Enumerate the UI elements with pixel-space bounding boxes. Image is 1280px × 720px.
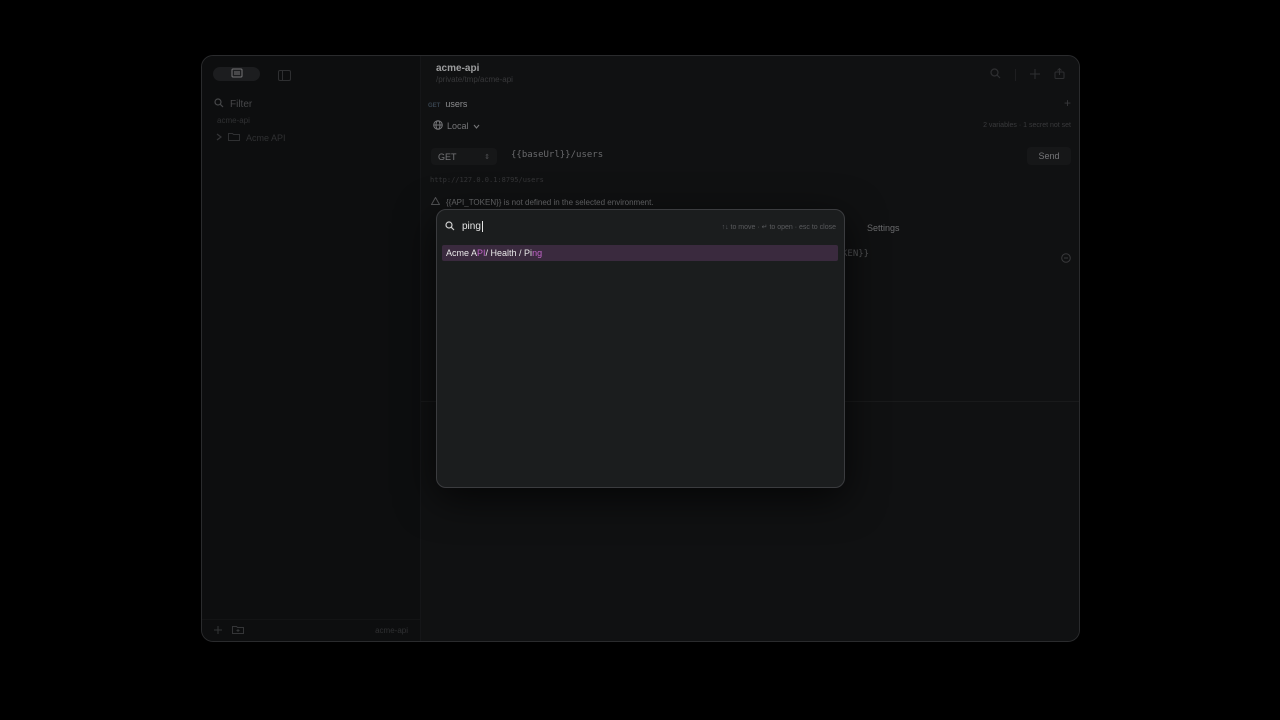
text-caret [481,221,483,233]
result-match-segment: PI [477,248,486,258]
palette-result-item[interactable]: Acme A PI / Health / Pi ng [442,245,838,261]
result-match-segment: ng [532,248,543,258]
palette-query: ping [462,221,481,233]
result-segment: Acme A [446,248,478,258]
search-icon [445,218,455,236]
result-segment: / Health / Pi [485,248,533,258]
palette-search-input[interactable]: ping [462,221,483,233]
command-palette: ping ↑↓ to move · ↵ to open · esc to clo… [436,209,845,488]
palette-search: ping ↑↓ to move · ↵ to open · esc to clo… [445,218,836,236]
palette-hint: ↑↓ to move · ↵ to open · esc to close [721,224,836,231]
